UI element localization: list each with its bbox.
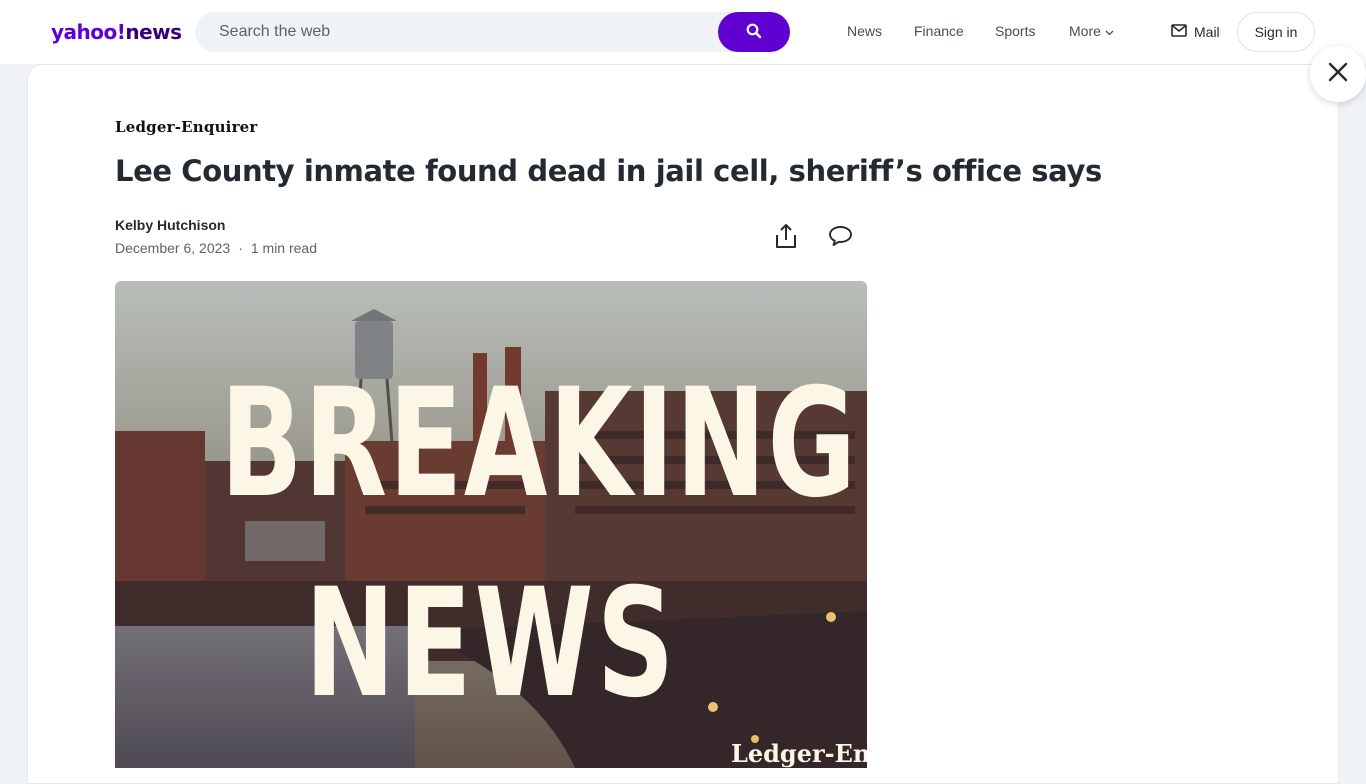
search-button[interactable] — [718, 12, 790, 52]
author-name[interactable]: Kelby Hutchison — [115, 216, 225, 234]
logo-news-text: news — [125, 20, 182, 44]
search-input[interactable] — [195, 12, 715, 52]
nav-finance[interactable]: Finance — [914, 22, 964, 40]
read-time: 1 min read — [250, 240, 318, 256]
publish-date: December 6, 2023 — [115, 240, 231, 256]
meta-separator: · — [238, 240, 243, 256]
mail-link[interactable]: Mail — [1171, 22, 1220, 42]
article-headline: Lee County inmate found dead in jail cel… — [115, 154, 1102, 188]
article-meta: December 6, 2023 · 1 min read — [115, 239, 317, 257]
mail-icon — [1171, 24, 1187, 40]
nav-news[interactable]: News — [847, 22, 882, 40]
search-bar — [195, 12, 790, 52]
logo-yahoo-text: yahoo! — [51, 20, 126, 44]
search-icon — [746, 23, 762, 42]
close-icon — [1328, 62, 1348, 87]
hero-text-breaking: BREAKING — [220, 357, 858, 531]
sign-in-button[interactable]: Sign in — [1237, 12, 1315, 52]
share-icon[interactable] — [773, 223, 799, 249]
hero-watermark: Ledger-Enq — [731, 739, 867, 768]
nav-sports[interactable]: Sports — [995, 22, 1035, 40]
mail-label: Mail — [1194, 24, 1220, 40]
hero-text-news: NEWS — [304, 557, 678, 731]
yahoo-news-logo[interactable]: yahoo!news — [51, 19, 182, 45]
site-header: yahoo!news News Finance Sports More M — [0, 0, 1366, 64]
nav-more[interactable]: More — [1069, 22, 1114, 40]
nav-more-label: More — [1069, 23, 1101, 39]
chevron-down-icon — [1105, 22, 1114, 40]
publisher-logo[interactable]: Ledger-Enquirer — [115, 118, 258, 136]
comment-icon[interactable] — [827, 223, 853, 249]
close-button[interactable] — [1310, 46, 1366, 102]
hero-image: BREAKING NEWS Ledger-Enq — [115, 281, 867, 768]
